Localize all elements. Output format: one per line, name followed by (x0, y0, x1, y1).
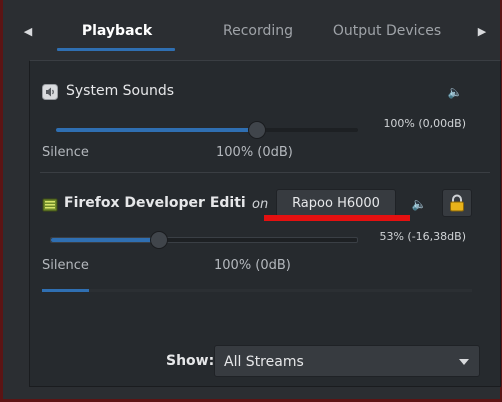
volume-slider-fill (56, 128, 257, 132)
stream-row-firefox: Firefox Developer Edition… on Rapoo H600… (30, 173, 500, 303)
show-dropdown-value: All Streams (224, 354, 304, 370)
slider-mark-silence: Silence (42, 258, 89, 273)
peak-meter (42, 289, 472, 292)
volume-slider-handle[interactable] (248, 121, 266, 139)
tab-recording[interactable]: Recording (193, 12, 323, 50)
tab-playback[interactable]: Playback (51, 12, 183, 50)
stream-title: System Sounds (66, 83, 175, 99)
output-device-button[interactable]: Rapoo H6000 (276, 189, 396, 217)
stream-title: Firefox Developer Edition… (64, 195, 246, 211)
peak-meter-fill (42, 289, 89, 292)
tab-output-devices[interactable]: Output Devices (325, 12, 449, 50)
tab-scroll-left-icon[interactable]: ◀ (21, 22, 35, 42)
firefox-app-icon (42, 198, 58, 212)
stream-row-system-sounds: System Sounds 🔈 100% (0,00dB) Silence 10… (30, 61, 500, 171)
lock-icon (450, 194, 464, 212)
slider-mark-100: 100% (0dB) (216, 145, 293, 160)
red-annotation-underline (264, 215, 410, 221)
tab-scroll-right-icon[interactable]: ▶ (475, 22, 489, 42)
volume-slider-handle[interactable] (150, 231, 168, 249)
volume-value-label: 100% (0,00dB) (383, 117, 466, 130)
chevron-down-icon (459, 359, 469, 365)
volume-slider-fill (51, 238, 160, 242)
volume-slider-track[interactable] (50, 237, 358, 243)
system-sounds-icon (42, 84, 58, 100)
on-label: on (252, 197, 269, 212)
speaker-mute-icon[interactable]: 🔈 (446, 85, 464, 99)
show-label: Show: (166, 353, 215, 369)
speaker-mute-icon[interactable]: 🔈 (410, 197, 428, 211)
active-tab-indicator (57, 48, 175, 51)
lock-channels-button[interactable] (442, 189, 472, 217)
volume-slider-track[interactable] (56, 128, 358, 132)
show-streams-dropdown[interactable]: All Streams (214, 345, 480, 377)
tab-bar: ◀ Playback Recording Output Devices ▶ (15, 12, 497, 52)
slider-mark-silence: Silence (42, 145, 89, 160)
volume-value-label: 53% (-16,38dB) (379, 230, 466, 243)
pavucontrol-window: ◀ Playback Recording Output Devices ▶ Sy… (0, 0, 502, 402)
slider-mark-100: 100% (0dB) (214, 258, 291, 273)
playback-stream-list: System Sounds 🔈 100% (0,00dB) Silence 10… (29, 60, 501, 387)
